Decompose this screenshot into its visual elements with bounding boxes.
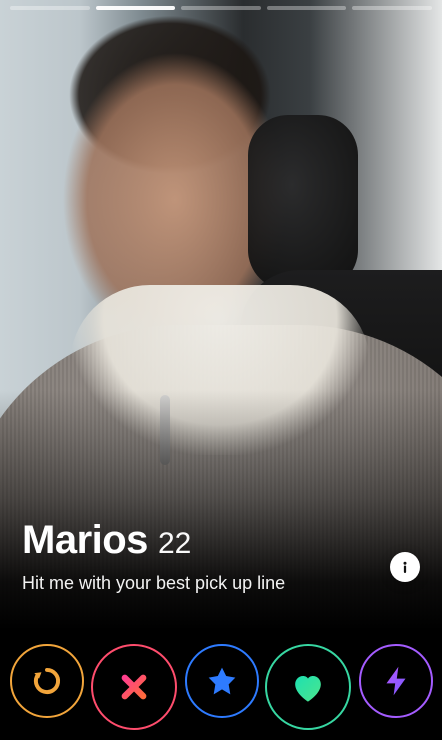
- photo-progress-segment: [266, 6, 347, 10]
- info-button[interactable]: [390, 552, 420, 582]
- photo-progress-segment-active: [95, 6, 176, 10]
- name-row: Marios 22: [22, 520, 412, 560]
- like-button[interactable]: [265, 644, 351, 730]
- profile-name: Marios: [22, 518, 148, 562]
- star-icon: [202, 661, 242, 701]
- profile-info: Marios 22 Hit me with your best pick up …: [22, 520, 412, 594]
- rewind-icon: [28, 662, 66, 700]
- profile-bio: Hit me with your best pick up line: [22, 573, 286, 593]
- rewind-button[interactable]: [10, 644, 84, 718]
- profile-age: 22: [157, 527, 192, 560]
- nope-button[interactable]: [91, 644, 177, 730]
- close-icon: [112, 665, 156, 709]
- photo-progress-segment: [181, 6, 261, 10]
- lightning-icon: [377, 662, 415, 700]
- photo-progress-segment: [352, 6, 432, 10]
- photo-headrest: [248, 115, 358, 290]
- super-like-button[interactable]: [185, 644, 259, 718]
- action-bar: [0, 630, 442, 740]
- heart-icon: [286, 665, 330, 709]
- photo-progress-segment: [10, 6, 90, 10]
- boost-button[interactable]: [359, 644, 433, 718]
- photo-bottom-shade: [0, 390, 442, 630]
- photo-progress: [10, 6, 432, 10]
- info-icon: [396, 558, 414, 576]
